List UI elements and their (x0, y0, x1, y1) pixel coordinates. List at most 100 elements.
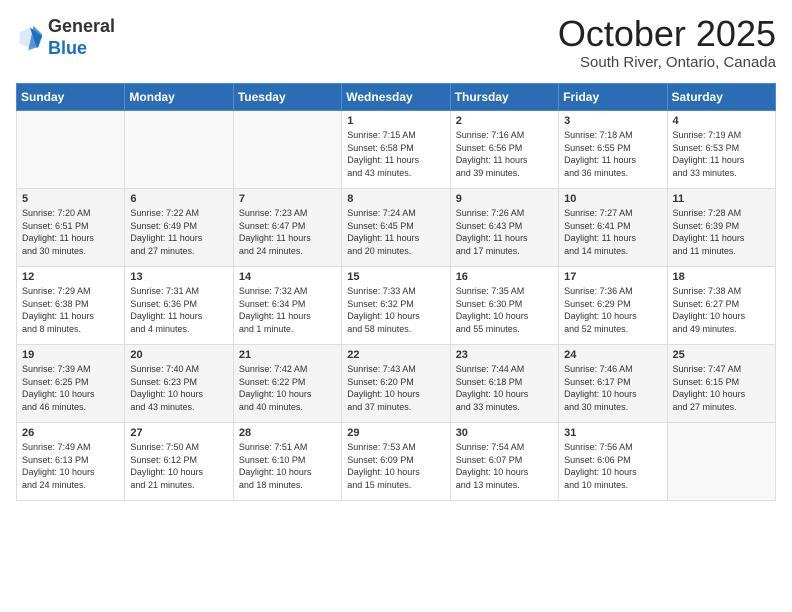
day-info: Sunrise: 7:15 AM Sunset: 6:58 PM Dayligh… (347, 129, 444, 179)
calendar-day-cell: 20Sunrise: 7:40 AM Sunset: 6:23 PM Dayli… (125, 345, 233, 423)
calendar-day-cell: 26 Sunrise: 7:49 AM Sunset: 6:13 PM Dayli… (17, 423, 125, 501)
calendar-day-cell: 30 Sunrise: 7:54 AM Sunset: 6:07 PM Dayli… (450, 423, 558, 501)
day-number: 8 (347, 193, 444, 205)
calendar-day-cell: 3 Sunrise: 7:18 AM Sunset: 6:55 PM Daylig… (559, 111, 667, 189)
day-info: Sunrise: 7:40 AM Sunset: 6:23 PM Dayligh… (130, 363, 227, 413)
title-block: October 2025 South River, Ontario, Canad… (558, 16, 776, 71)
day-number: 23 (456, 349, 553, 361)
day-info: Sunrise: 7:53 AM Sunset: 6:09 PM Dayligh… (347, 441, 444, 491)
day-info: Sunrise: 7:16 AM Sunset: 6:56 PM Dayligh… (456, 129, 553, 179)
calendar-day-cell: 23 Sunrise: 7:44 AM Sunset: 6:18 PM Dayli… (450, 345, 558, 423)
day-number: 14 (239, 271, 336, 283)
day-info: Sunrise: 7:42 AM Sunset: 6:22 PM Dayligh… (239, 363, 336, 413)
day-info: Sunrise: 7:54 AM Sunset: 6:07 PM Dayligh… (456, 441, 553, 491)
day-number: 21 (239, 349, 336, 361)
day-number: 30 (456, 427, 553, 439)
day-number: 4 (673, 115, 770, 127)
day-info: Sunrise: 7:39 AM Sunset: 6:25 PM Dayligh… (22, 363, 119, 413)
day-info: Sunrise: 7:44 AM Sunset: 6:18 PM Dayligh… (456, 363, 553, 413)
month-title: October 2025 (558, 16, 776, 52)
day-info: Sunrise: 7:29 AM Sunset: 6:38 PM Dayligh… (22, 285, 119, 335)
day-number: 24 (564, 349, 661, 361)
day-info: Sunrise: 7:50 AM Sunset: 6:12 PM Dayligh… (130, 441, 227, 491)
day-number: 25 (673, 349, 770, 361)
day-number: 11 (673, 193, 770, 205)
calendar-day-cell: 22Sunrise: 7:43 AM Sunset: 6:20 PM Dayli… (342, 345, 450, 423)
weekday-header-monday: Monday (125, 84, 233, 111)
calendar-day-cell: 6Sunrise: 7:22 AM Sunset: 6:49 PM Daylig… (125, 189, 233, 267)
calendar-day-cell (125, 111, 233, 189)
day-number: 12 (22, 271, 119, 283)
calendar-day-cell: 16 Sunrise: 7:35 AM Sunset: 6:30 PM Dayli… (450, 267, 558, 345)
header: General Blue October 2025 South River, O… (16, 16, 776, 71)
calendar-day-cell: 10 Sunrise: 7:27 AM Sunset: 6:41 PM Dayli… (559, 189, 667, 267)
day-number: 9 (456, 193, 553, 205)
generalblue-icon (16, 24, 44, 52)
day-info: Sunrise: 7:32 AM Sunset: 6:34 PM Dayligh… (239, 285, 336, 335)
day-number: 19 (22, 349, 119, 361)
day-number: 5 (22, 193, 119, 205)
day-number: 26 (22, 427, 119, 439)
calendar-day-cell: 4 Sunrise: 7:19 AM Sunset: 6:53 PM Daylig… (667, 111, 775, 189)
calendar-day-cell (667, 423, 775, 501)
calendar-day-cell: 5 Sunrise: 7:20 AM Sunset: 6:51 PM Daylig… (17, 189, 125, 267)
calendar-day-cell: 1Sunrise: 7:15 AM Sunset: 6:58 PM Daylig… (342, 111, 450, 189)
day-info: Sunrise: 7:49 AM Sunset: 6:13 PM Dayligh… (22, 441, 119, 491)
calendar-table: SundayMondayTuesdayWednesdayThursdayFrid… (16, 83, 776, 501)
calendar-day-cell: 9 Sunrise: 7:26 AM Sunset: 6:43 PM Daylig… (450, 189, 558, 267)
calendar-day-cell (17, 111, 125, 189)
logo-general-text: General (48, 16, 115, 38)
weekday-header-tuesday: Tuesday (233, 84, 341, 111)
day-info: Sunrise: 7:56 AM Sunset: 6:06 PM Dayligh… (564, 441, 661, 491)
weekday-header-sunday: Sunday (17, 84, 125, 111)
day-number: 3 (564, 115, 661, 127)
calendar-day-cell: 25 Sunrise: 7:47 AM Sunset: 6:15 PM Dayli… (667, 345, 775, 423)
calendar-day-cell: 8 Sunrise: 7:24 AM Sunset: 6:45 PM Daylig… (342, 189, 450, 267)
logo-blue-text: Blue (48, 38, 115, 60)
weekday-header-saturday: Saturday (667, 84, 775, 111)
calendar-day-cell: 27Sunrise: 7:50 AM Sunset: 6:12 PM Dayli… (125, 423, 233, 501)
calendar-day-cell: 15Sunrise: 7:33 AM Sunset: 6:32 PM Dayli… (342, 267, 450, 345)
day-info: Sunrise: 7:36 AM Sunset: 6:29 PM Dayligh… (564, 285, 661, 335)
calendar-day-cell: 31 Sunrise: 7:56 AM Sunset: 6:06 PM Dayli… (559, 423, 667, 501)
weekday-header-friday: Friday (559, 84, 667, 111)
calendar-week-5: 26 Sunrise: 7:49 AM Sunset: 6:13 PM Dayli… (17, 423, 776, 501)
day-info: Sunrise: 7:26 AM Sunset: 6:43 PM Dayligh… (456, 207, 553, 257)
calendar-day-cell (233, 111, 341, 189)
day-info: Sunrise: 7:27 AM Sunset: 6:41 PM Dayligh… (564, 207, 661, 257)
day-number: 2 (456, 115, 553, 127)
day-info: Sunrise: 7:47 AM Sunset: 6:15 PM Dayligh… (673, 363, 770, 413)
day-info: Sunrise: 7:24 AM Sunset: 6:45 PM Dayligh… (347, 207, 444, 257)
day-info: Sunrise: 7:31 AM Sunset: 6:36 PM Dayligh… (130, 285, 227, 335)
calendar-day-cell: 28Sunrise: 7:51 AM Sunset: 6:10 PM Dayli… (233, 423, 341, 501)
day-number: 28 (239, 427, 336, 439)
calendar-day-cell: 13Sunrise: 7:31 AM Sunset: 6:36 PM Dayli… (125, 267, 233, 345)
calendar-day-cell: 11Sunrise: 7:28 AM Sunset: 6:39 PM Dayli… (667, 189, 775, 267)
calendar-week-3: 12 Sunrise: 7:29 AM Sunset: 6:38 PM Dayli… (17, 267, 776, 345)
calendar-week-1: 1Sunrise: 7:15 AM Sunset: 6:58 PM Daylig… (17, 111, 776, 189)
day-info: Sunrise: 7:20 AM Sunset: 6:51 PM Dayligh… (22, 207, 119, 257)
calendar-day-cell: 18Sunrise: 7:38 AM Sunset: 6:27 PM Dayli… (667, 267, 775, 345)
calendar-day-cell: 24 Sunrise: 7:46 AM Sunset: 6:17 PM Dayli… (559, 345, 667, 423)
day-number: 17 (564, 271, 661, 283)
day-number: 10 (564, 193, 661, 205)
calendar-day-cell: 21 Sunrise: 7:42 AM Sunset: 6:22 PM Dayli… (233, 345, 341, 423)
day-info: Sunrise: 7:23 AM Sunset: 6:47 PM Dayligh… (239, 207, 336, 257)
location-subtitle: South River, Ontario, Canada (558, 54, 776, 71)
calendar-day-cell: 19 Sunrise: 7:39 AM Sunset: 6:25 PM Dayli… (17, 345, 125, 423)
weekday-header-row: SundayMondayTuesdayWednesdayThursdayFrid… (17, 84, 776, 111)
day-info: Sunrise: 7:22 AM Sunset: 6:49 PM Dayligh… (130, 207, 227, 257)
day-info: Sunrise: 7:35 AM Sunset: 6:30 PM Dayligh… (456, 285, 553, 335)
calendar-day-cell: 7Sunrise: 7:23 AM Sunset: 6:47 PM Daylig… (233, 189, 341, 267)
day-number: 31 (564, 427, 661, 439)
day-number: 16 (456, 271, 553, 283)
calendar-week-2: 5 Sunrise: 7:20 AM Sunset: 6:51 PM Daylig… (17, 189, 776, 267)
day-info: Sunrise: 7:38 AM Sunset: 6:27 PM Dayligh… (673, 285, 770, 335)
day-info: Sunrise: 7:33 AM Sunset: 6:32 PM Dayligh… (347, 285, 444, 335)
day-info: Sunrise: 7:19 AM Sunset: 6:53 PM Dayligh… (673, 129, 770, 179)
day-number: 22 (347, 349, 444, 361)
day-info: Sunrise: 7:46 AM Sunset: 6:17 PM Dayligh… (564, 363, 661, 413)
day-info: Sunrise: 7:18 AM Sunset: 6:55 PM Dayligh… (564, 129, 661, 179)
calendar-day-cell: 17 Sunrise: 7:36 AM Sunset: 6:29 PM Dayli… (559, 267, 667, 345)
calendar-day-cell: 2 Sunrise: 7:16 AM Sunset: 6:56 PM Daylig… (450, 111, 558, 189)
